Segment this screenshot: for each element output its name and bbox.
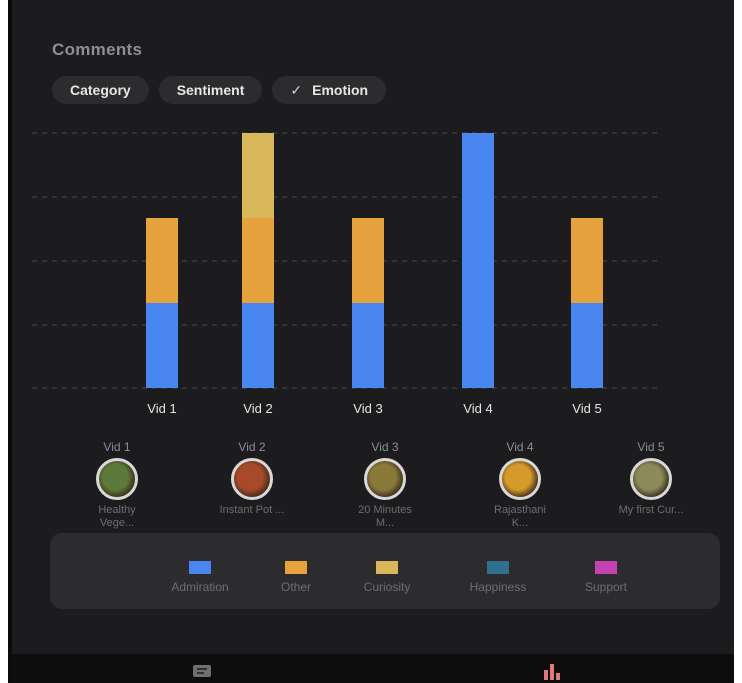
food-thumbnail-image	[364, 458, 406, 500]
video-thumbnails: Vid 1 Healthy Vege... Vid 2 Instant Pot ... V…	[12, 440, 734, 530]
video-caption: Healthy	[98, 504, 136, 516]
bar-segment-admiration[interactable]	[242, 303, 274, 388]
bar-segment-admiration[interactable]	[462, 133, 494, 388]
chart-legend: Admiration Other Curiosity Happiness Support	[50, 533, 720, 609]
food-thumbnail-image	[96, 458, 138, 500]
comments-screen: Comments Category Sentiment ✓ Emotion Vid…	[12, 0, 734, 683]
x-tick-label: Vid 3	[353, 401, 382, 416]
video-thumbnail-item[interactable]: Vid 2 Instant Pot ...	[197, 440, 307, 517]
x-tick-label: Vid 4	[463, 401, 492, 416]
legend-swatch	[595, 561, 617, 574]
video-caption: Instant Pot ...	[219, 504, 285, 516]
legend-panel: Admiration Other Curiosity Happiness Support	[50, 533, 720, 609]
video-thumbnail-item[interactable]: Vid 1 Healthy Vege...	[62, 440, 172, 530]
legend-label: Happiness	[469, 580, 527, 594]
stacked-bar-chart: Vid 1 Vid 2 Vid 3 Vid 4 Vid 5	[32, 132, 662, 416]
video-label: Vid 2	[238, 440, 266, 454]
x-tick-label: Vid 5	[572, 401, 601, 416]
video-caption: 20 Minutes	[358, 504, 412, 516]
legend-swatch	[487, 561, 509, 574]
video-caption: M...	[375, 517, 395, 529]
legend-item[interactable]: Happiness	[443, 561, 553, 594]
video-thumbnail-item[interactable]: Vid 3 20 Minutes M...	[330, 440, 440, 530]
x-tick-label: Vid 2	[243, 401, 272, 416]
bar-segment-admiration[interactable]	[352, 303, 384, 388]
legend-label: Curiosity	[363, 580, 411, 594]
video-thumbnail-item[interactable]: Vid 4 Rajasthani K...	[465, 440, 575, 530]
food-thumbnail-image	[630, 458, 672, 500]
bar-chart-icon[interactable]	[542, 662, 562, 680]
video-label: Vid 4	[506, 440, 534, 454]
video-caption: My first Cur...	[618, 504, 684, 516]
bottom-nav	[12, 654, 734, 683]
legend-label: Support	[584, 580, 628, 594]
x-tick-label: Vid 1	[147, 401, 176, 416]
legend-label: Admiration	[171, 580, 229, 594]
bar-segment-curiosity[interactable]	[242, 133, 274, 218]
legend-item[interactable]: Support	[551, 561, 661, 594]
video-caption: Rajasthani	[494, 504, 546, 516]
bar-segment-admiration[interactable]	[571, 303, 603, 388]
video-label: Vid 1	[103, 440, 131, 454]
video-label: Vid 3	[371, 440, 399, 454]
food-thumbnail-image	[231, 458, 273, 500]
bar-segment-other[interactable]	[352, 218, 384, 303]
video-label: Vid 5	[637, 440, 665, 454]
legend-swatch	[376, 561, 398, 574]
comment-icon[interactable]	[192, 664, 212, 680]
bar-segment-other[interactable]	[242, 218, 274, 303]
video-caption: Vege...	[99, 517, 135, 529]
bar-segment-admiration[interactable]	[146, 303, 178, 388]
legend-swatch	[285, 561, 307, 574]
legend-item[interactable]: Curiosity	[332, 561, 442, 594]
bar-segment-other[interactable]	[571, 218, 603, 303]
legend-swatch	[189, 561, 211, 574]
legend-item[interactable]: Admiration	[145, 561, 255, 594]
food-thumbnail-image	[499, 458, 541, 500]
video-caption: K...	[511, 517, 529, 529]
video-thumbnail-item[interactable]: Vid 5 My first Cur...	[596, 440, 706, 517]
bar-segment-other[interactable]	[146, 218, 178, 303]
